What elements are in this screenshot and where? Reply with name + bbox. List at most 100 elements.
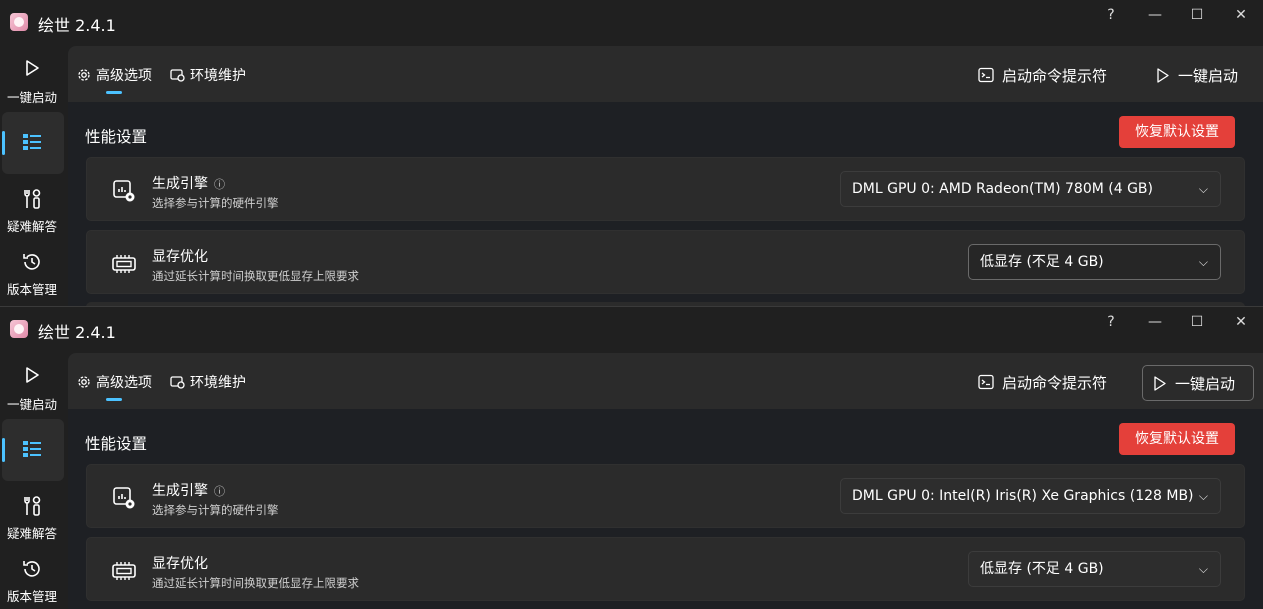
sidebar-item-label: 疑难解答	[6, 526, 57, 541]
close-button[interactable]: ✕	[1226, 311, 1256, 333]
setting-title: 生成引擎 ⓘ	[152, 173, 225, 193]
tools-icon	[24, 189, 41, 209]
setting-title: 显存优化	[152, 249, 208, 265]
terminal-label: 启动命令提示符	[1002, 67, 1108, 85]
chevron-down-icon: ⌵	[1198, 182, 1208, 196]
setting-title-text: 生成引擎	[152, 176, 208, 192]
gear-icon	[78, 69, 90, 81]
tab-label: 环境维护	[190, 68, 246, 84]
maximize-button[interactable]: ☐	[1182, 4, 1212, 26]
launch-button[interactable]: 一键启动	[1142, 365, 1254, 401]
maintenance-icon	[170, 69, 185, 82]
gpu-settings-icon	[113, 180, 135, 202]
main-panel: 高级选项 环境维护 启动命令提示符 一键启动 性能设置 恢复默认设置 生成引擎 ⓘ…	[68, 353, 1263, 609]
setting-subtitle: 选择参与计算的硬件引擎	[152, 503, 279, 517]
terminal-icon	[978, 374, 994, 390]
app-title: 绘世 2.4.1	[38, 323, 116, 342]
setting-card-vram: 显存优化 通过延长计算时间换取更低显存上限要求 低显存 (不足 4 GB) ⌵	[86, 230, 1245, 294]
sidebar-item-advanced-icon	[0, 438, 64, 460]
active-tab-indicator	[106, 398, 122, 401]
setting-title: 显存优化	[152, 556, 208, 572]
sidebar-item-versions[interactable]: 版本管理	[0, 558, 64, 605]
chevron-down-icon: ⌵	[1198, 255, 1208, 269]
sidebar-item-label: 版本管理	[6, 589, 57, 604]
app-window-2: 绘世 2.4.1 ? — ☐ ✕ 一键启动 疑难解答 版本管理 高级选项 环境维…	[0, 306, 1263, 609]
tab-advanced-options[interactable]: 高级选项	[77, 372, 152, 392]
sidebar-item-label: 一键启动	[6, 397, 57, 412]
sidebar-item-troubleshoot[interactable]: 疑难解答	[0, 188, 64, 235]
setting-subtitle: 选择参与计算的硬件引擎	[152, 196, 279, 210]
open-terminal-button[interactable]: 启动命令提示符	[968, 365, 1117, 401]
title-bar: 绘世 2.4.1 ? — ☐ ✕	[0, 307, 1263, 353]
sidebar: 一键启动 疑难解答 版本管理	[0, 353, 68, 609]
maintenance-icon	[170, 376, 185, 389]
app-window-1: 绘世 2.4.1 ? — ☐ ✕ 一键启动 疑难解答 版本管理 高级选项 环境维…	[0, 0, 1263, 306]
setting-title: 生成引擎 ⓘ	[152, 480, 225, 500]
engine-select[interactable]: DML GPU 0: Intel(R) Iris(R) Xe Graphics …	[840, 478, 1221, 514]
play-icon	[1154, 376, 1166, 391]
gear-icon	[78, 376, 90, 388]
main-panel: 高级选项 环境维护 启动命令提示符 一键启动 性能设置 恢复默认设置 生成引擎 ⓘ…	[68, 46, 1263, 306]
terminal-label: 启动命令提示符	[1002, 374, 1108, 392]
open-terminal-button[interactable]: 启动命令提示符	[968, 58, 1117, 94]
section-title: 性能设置	[85, 128, 148, 146]
select-value: DML GPU 0: AMD Radeon(TM) 780M (4 GB)	[852, 181, 1153, 197]
chevron-down-icon: ⌵	[1198, 562, 1208, 576]
setting-subtitle: 通过延长计算时间换取更低显存上限要求	[152, 576, 359, 590]
sidebar-item-troubleshoot[interactable]: 疑难解答	[0, 495, 64, 542]
sidebar-item-label: 疑难解答	[6, 219, 57, 234]
help-button[interactable]: ?	[1096, 4, 1126, 26]
play-icon	[1157, 68, 1169, 83]
title-bar: 绘世 2.4.1 ? — ☐ ✕	[0, 0, 1263, 46]
vram-select[interactable]: 低显存 (不足 4 GB) ⌵	[968, 551, 1221, 587]
active-tab-indicator	[106, 91, 122, 94]
tab-label: 环境维护	[190, 375, 246, 391]
help-icon[interactable]: ⓘ	[214, 178, 225, 191]
sidebar-item-label: 一键启动	[6, 90, 57, 105]
minimize-button[interactable]: —	[1140, 311, 1170, 333]
select-value: 低显存 (不足 4 GB)	[980, 254, 1104, 270]
minimize-button[interactable]: —	[1140, 4, 1170, 26]
reset-defaults-button[interactable]: 恢复默认设置	[1119, 116, 1235, 148]
tab-label: 高级选项	[96, 375, 152, 391]
tab-environment[interactable]: 环境维护	[170, 65, 246, 85]
sidebar-item-versions[interactable]: 版本管理	[0, 251, 64, 298]
app-logo-icon	[10, 320, 28, 338]
vram-select[interactable]: 低显存 (不足 4 GB) ⌵	[968, 244, 1221, 280]
memory-chip-icon	[112, 255, 136, 273]
engine-select[interactable]: DML GPU 0: AMD Radeon(TM) 780M (4 GB) ⌵	[840, 171, 1221, 207]
setting-card-vram: 显存优化 通过延长计算时间换取更低显存上限要求 低显存 (不足 4 GB) ⌵	[86, 537, 1245, 601]
sidebar-item-launch[interactable]: 一键启动	[0, 365, 64, 413]
app-title: 绘世 2.4.1	[38, 16, 116, 35]
tab-advanced-options[interactable]: 高级选项	[77, 65, 152, 85]
sidebar-item-label: 版本管理	[6, 282, 57, 297]
tab-bar: 高级选项 环境维护 启动命令提示符 一键启动	[68, 46, 1263, 102]
close-button[interactable]: ✕	[1226, 4, 1256, 26]
tab-label: 高级选项	[96, 68, 152, 84]
list-icon	[23, 134, 41, 150]
gpu-settings-icon	[113, 487, 135, 509]
play-icon	[26, 60, 39, 76]
tools-icon	[24, 496, 41, 516]
tab-environment[interactable]: 环境维护	[170, 372, 246, 392]
sidebar-item-advanced-icon	[0, 131, 64, 153]
sidebar-item-launch[interactable]: 一键启动	[0, 58, 64, 106]
maximize-button[interactable]: ☐	[1182, 311, 1212, 333]
play-icon	[26, 367, 39, 383]
tab-bar: 高级选项 环境维护 启动命令提示符 一键启动	[68, 353, 1263, 409]
help-icon[interactable]: ⓘ	[214, 485, 225, 498]
select-value: 低显存 (不足 4 GB)	[980, 561, 1104, 577]
chevron-down-icon: ⌵	[1198, 489, 1208, 503]
setting-title-text: 生成引擎	[152, 483, 208, 499]
setting-card-engine: 生成引擎 ⓘ 选择参与计算的硬件引擎 DML GPU 0: Intel(R) Ir…	[86, 464, 1245, 528]
help-button[interactable]: ?	[1096, 311, 1126, 333]
setting-subtitle: 通过延长计算时间换取更低显存上限要求	[152, 269, 359, 283]
launch-label: 一键启动	[1178, 67, 1239, 85]
sidebar: 一键启动 疑难解答 版本管理	[0, 46, 68, 306]
list-icon	[23, 441, 41, 457]
memory-chip-icon	[112, 562, 136, 580]
app-logo-icon	[10, 13, 28, 31]
history-icon	[23, 561, 40, 577]
reset-defaults-button[interactable]: 恢复默认设置	[1119, 423, 1235, 455]
launch-button[interactable]: 一键启动	[1146, 58, 1248, 94]
